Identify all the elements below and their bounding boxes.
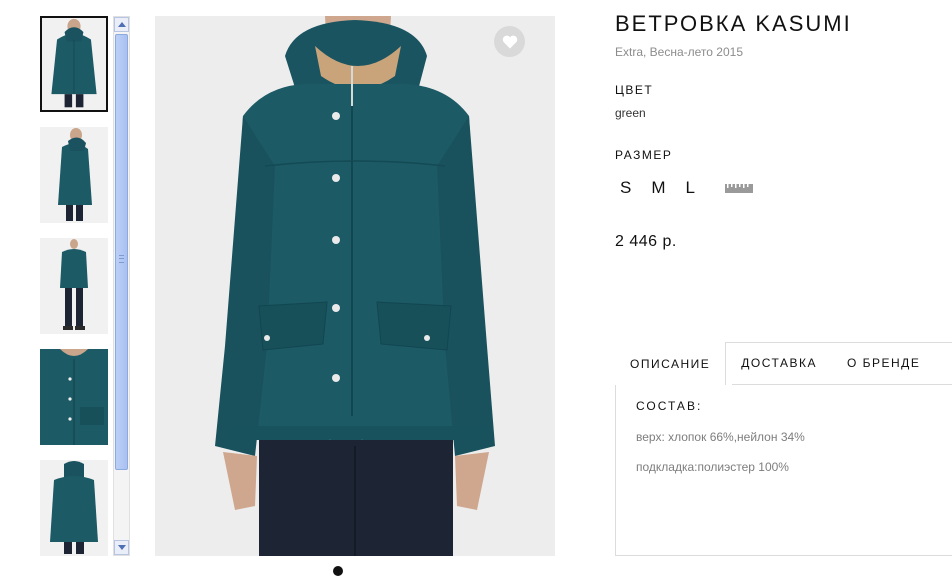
size-option-m[interactable]: M <box>651 178 665 198</box>
scrollbar-thumb[interactable] <box>115 34 128 470</box>
composition-line: подкладка:полиэстер 100% <box>636 460 789 474</box>
thumbnail-back[interactable] <box>40 460 108 556</box>
scroll-down-button[interactable] <box>114 540 129 555</box>
thumbnail-front[interactable] <box>40 16 108 112</box>
thumbnail-full-length[interactable] <box>40 238 108 334</box>
composition-line: верх: хлопок 66%,нейлон 34% <box>636 430 805 444</box>
size-label: РАЗМЕР <box>615 148 673 162</box>
size-option-s[interactable]: S <box>620 178 631 198</box>
product-subtitle: Extra, Весна-лето 2015 <box>615 45 743 59</box>
thumbnail-scrollbar[interactable] <box>113 16 130 556</box>
scroll-up-button[interactable] <box>114 17 129 32</box>
color-value: green <box>615 106 646 120</box>
carousel-dot[interactable] <box>333 566 343 576</box>
heart-icon <box>502 35 517 48</box>
ruler-icon[interactable] <box>724 182 753 194</box>
product-title: ВЕТРОВКА KASUMI <box>615 11 852 36</box>
product-price: 2 446 р. <box>615 233 677 250</box>
tab-description[interactable]: ОПИСАНИЕ <box>615 342 727 385</box>
tab-brand[interactable]: О БРЕНДЕ <box>832 342 935 384</box>
chevron-down-icon <box>117 545 126 550</box>
thumbnail-side[interactable] <box>40 127 108 223</box>
composition-heading: СОСТАВ: <box>636 399 703 413</box>
color-label: ЦВЕТ <box>615 83 654 97</box>
info-tabbar: ОПИСАНИЕ ДОСТАВКА О БРЕНДЕ <box>615 342 935 385</box>
main-product-image[interactable] <box>155 16 555 556</box>
chevron-up-icon <box>117 22 126 27</box>
size-selector: S M L <box>620 178 753 198</box>
favorite-button[interactable] <box>494 26 525 57</box>
tab-delivery[interactable]: ДОСТАВКА <box>726 342 832 384</box>
tab-divider <box>732 384 952 385</box>
size-option-l[interactable]: L <box>686 178 695 198</box>
thumbnail-detail[interactable] <box>40 349 108 445</box>
